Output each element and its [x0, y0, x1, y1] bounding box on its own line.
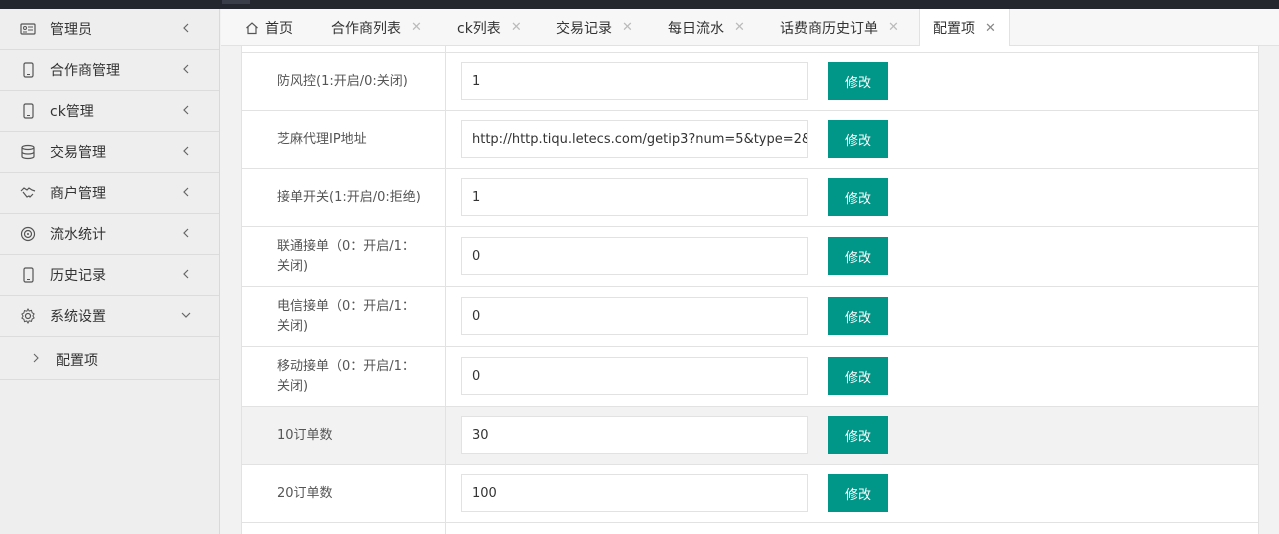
sidebar-item-label: 合作商管理 [50, 63, 120, 79]
config-value-input[interactable]: 1 [461, 62, 808, 100]
sidebar-item-label: 系统设置 [50, 309, 106, 325]
row-label: 10订单数 [242, 407, 446, 464]
table-row: 移动接单（0：开启/1：关闭) 0 修改 [242, 347, 1258, 407]
row-label: 防风控(1:开启/0:关闭) [242, 53, 446, 110]
close-icon[interactable]: ✕ [511, 20, 522, 35]
config-value-input[interactable]: 30 [461, 416, 808, 454]
tab-label: 交易记录 [556, 20, 612, 37]
edit-button[interactable]: 修改 [828, 120, 888, 158]
tab-config[interactable]: 配置项 ✕ [919, 9, 1010, 47]
chevron-left-icon [180, 145, 192, 157]
sidebar-subitem-config[interactable]: 配置项 [0, 337, 219, 380]
home-icon [245, 21, 259, 35]
edit-button[interactable]: 修改 [828, 237, 888, 275]
config-value-input[interactable]: 0 [461, 237, 808, 275]
edit-button[interactable]: 修改 [828, 357, 888, 395]
edit-button[interactable]: 修改 [828, 297, 888, 335]
top-bar [0, 0, 1279, 9]
sidebar-item-label: ck管理 [50, 104, 94, 120]
row-label: 20订单数 [242, 465, 446, 522]
tab-label: 配置项 [933, 21, 975, 37]
database-icon [20, 144, 36, 160]
table-row: 芝麻代理IP地址 http://http.tiqu.letecs.com/get… [242, 111, 1258, 169]
row-label: 电信接单（0：开启/1：关闭) [242, 287, 446, 346]
tab-trade-records[interactable]: 交易记录 ✕ [556, 9, 633, 46]
chevron-left-icon [180, 268, 192, 280]
config-value-input[interactable]: 0 [461, 357, 808, 395]
tab-label: ck列表 [457, 20, 501, 37]
tab-label: 每日流水 [668, 20, 724, 37]
radar-icon [20, 226, 36, 242]
id-card-icon [20, 21, 36, 37]
table-row: 20订单数 100 修改 [242, 465, 1258, 523]
chevron-left-icon [180, 22, 192, 34]
sidebar-item-settings[interactable]: 系统设置 [0, 296, 219, 337]
close-icon[interactable]: ✕ [985, 21, 996, 36]
config-value-input[interactable]: 1 [461, 178, 808, 216]
table-row: 联通接单（0：开启/1：关闭) 0 修改 [242, 227, 1258, 287]
row-label: 芝麻代理IP地址 [242, 111, 446, 168]
chevron-down-icon [180, 309, 192, 321]
sidebar-item-trade[interactable]: 交易管理 [0, 132, 219, 173]
sidebar-item-label: 流水统计 [50, 227, 106, 243]
sidebar-item-label: 商户管理 [50, 186, 106, 202]
sidebar-item-label: 交易管理 [50, 145, 106, 161]
table-row: 电信接单（0：开启/1：关闭) 0 修改 [242, 287, 1258, 347]
config-table: 防风控(1:开启/0:关闭) 1 修改 芝麻代理IP地址 http://http… [241, 46, 1259, 534]
tab-label: 首页 [265, 20, 293, 37]
config-value-input[interactable]: http://http.tiqu.letecs.com/getip3?num=5… [461, 120, 808, 158]
row-label: 移动接单（0：开启/1：关闭) [242, 347, 446, 406]
chevron-left-icon [180, 63, 192, 75]
chevron-left-icon [180, 104, 192, 116]
phone-icon [20, 267, 36, 283]
table-row: 10订单数 30 修改 [242, 407, 1258, 465]
config-value-input[interactable]: 0 [461, 297, 808, 335]
edit-button[interactable]: 修改 [828, 62, 888, 100]
config-value-input[interactable]: 100 [461, 474, 808, 512]
edit-button[interactable]: 修改 [828, 416, 888, 454]
table-row: 接单开关(1:开启/0:拒绝) 1 修改 [242, 169, 1258, 227]
sidebar-item-partner[interactable]: 合作商管理 [0, 50, 219, 91]
sidebar-item-flow-stats[interactable]: 流水统计 [0, 214, 219, 255]
tab-bar: 首页 合作商列表 ✕ ck列表 ✕ 交易记录 ✕ 每日流水 ✕ 话费商历史订单 … [221, 9, 1279, 47]
close-icon[interactable]: ✕ [888, 20, 899, 35]
sidebar-item-merchant[interactable]: 商户管理 [0, 173, 219, 214]
close-icon[interactable]: ✕ [411, 20, 422, 35]
edit-button[interactable]: 修改 [828, 474, 888, 512]
tab-label: 话费商历史订单 [780, 20, 878, 37]
chevron-left-icon [180, 227, 192, 239]
tab-ck-list[interactable]: ck列表 ✕ [457, 9, 522, 46]
table-row-partial [242, 523, 1258, 534]
main-content: 防风控(1:开启/0:关闭) 1 修改 芝麻代理IP地址 http://http… [221, 46, 1279, 534]
table-row: 防风控(1:开启/0:关闭) 1 修改 [242, 53, 1258, 111]
sidebar-item-admin[interactable]: 管理员 [0, 9, 219, 50]
close-icon[interactable]: ✕ [622, 20, 633, 35]
sidebar-subitem-label: 配置项 [56, 353, 98, 369]
sidebar-item-ck[interactable]: ck管理 [0, 91, 219, 132]
table-row-partial [242, 46, 1258, 53]
tab-order-history[interactable]: 话费商历史订单 ✕ [780, 9, 899, 46]
sidebar-item-history[interactable]: 历史记录 [0, 255, 219, 296]
edit-button[interactable]: 修改 [828, 178, 888, 216]
row-label-partial [242, 523, 446, 534]
row-label: 接单开关(1:开启/0:拒绝) [242, 169, 446, 226]
sidebar-item-label: 管理员 [50, 22, 92, 38]
sidebar: 管理员 合作商管理 ck管理 交易管理 商户管理 流水统计 历史记录 系统设置 … [0, 9, 220, 534]
chevron-right-icon [31, 353, 41, 363]
gear-icon [20, 308, 36, 324]
handshake-icon [20, 185, 36, 201]
sidebar-item-label: 历史记录 [50, 268, 106, 284]
row-label: 联通接单（0：开启/1：关闭) [242, 227, 446, 286]
phone-icon [20, 62, 36, 78]
close-icon[interactable]: ✕ [734, 20, 745, 35]
phone-icon [20, 103, 36, 119]
tab-label: 合作商列表 [331, 20, 401, 37]
row-label-partial [242, 46, 446, 52]
tab-partner-list[interactable]: 合作商列表 ✕ [331, 9, 422, 46]
tab-daily-flow[interactable]: 每日流水 ✕ [668, 9, 745, 46]
top-bar-handle [222, 0, 250, 4]
tab-home[interactable]: 首页 [245, 9, 293, 46]
chevron-left-icon [180, 186, 192, 198]
